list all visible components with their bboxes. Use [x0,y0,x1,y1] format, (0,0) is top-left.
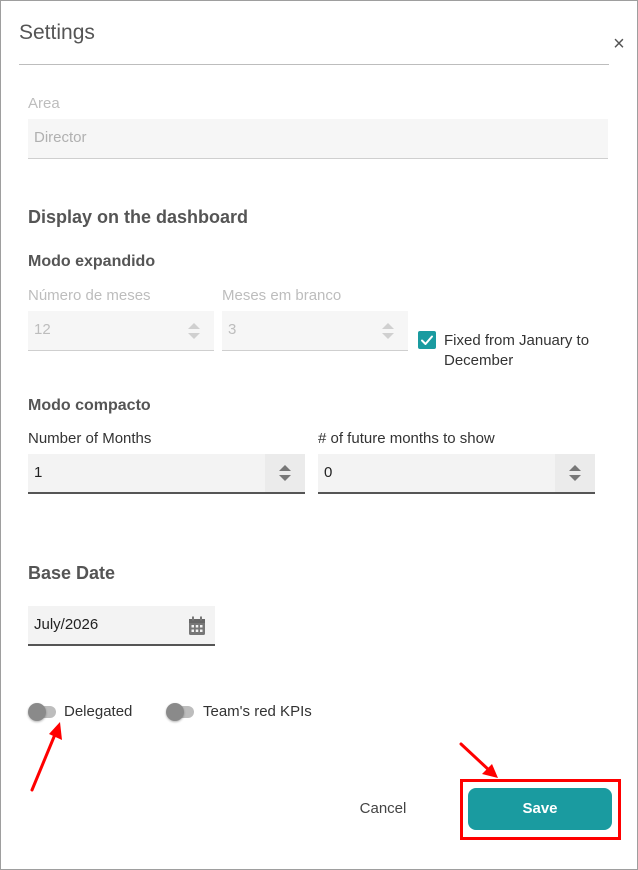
arrow-to-save-button [459,742,498,778]
arrow-to-delegated-toggle [30,722,62,792]
annotation-arrows [30,722,498,792]
